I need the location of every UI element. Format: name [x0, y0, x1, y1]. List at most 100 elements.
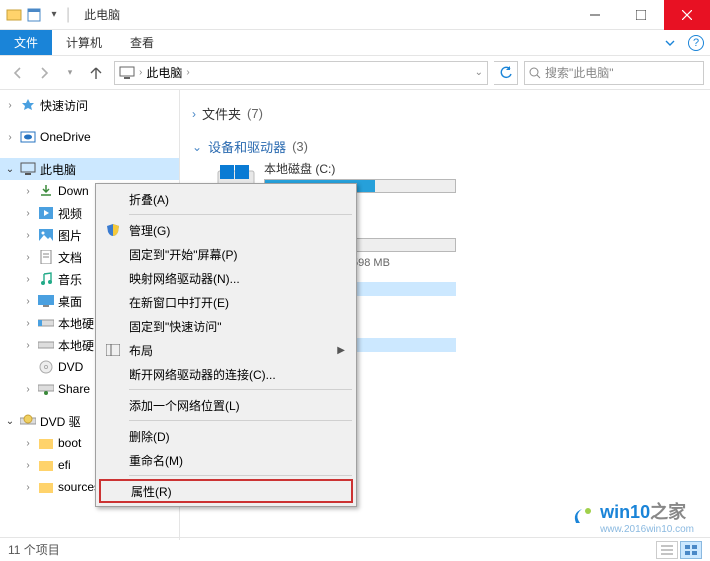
ctx-label: 在新窗口中打开(E): [129, 294, 229, 311]
chevron-right-icon[interactable]: ›: [4, 132, 16, 143]
nav-up-button[interactable]: [84, 61, 108, 85]
chevron-right-icon[interactable]: ›: [22, 296, 34, 307]
folder-icon: [38, 457, 54, 473]
ctx-properties[interactable]: 属性(R): [99, 479, 353, 503]
tab-file[interactable]: 文件: [0, 30, 52, 55]
ctx-new-window[interactable]: 在新窗口中打开(E): [99, 290, 353, 314]
chevron-right-icon[interactable]: ›: [22, 438, 34, 449]
menu-separator: [129, 420, 352, 421]
chevron-right-icon[interactable]: ›: [22, 208, 34, 219]
chevron-down-icon[interactable]: ⌄: [192, 140, 202, 154]
help-icon[interactable]: ?: [688, 35, 704, 51]
group-devices[interactable]: ⌄ 设备和驱动器 (3): [192, 137, 710, 156]
titlebar-separator: |: [66, 6, 70, 24]
close-button[interactable]: [664, 0, 710, 30]
nav-recent-dropdown[interactable]: ▾: [58, 61, 82, 85]
drive-icon: [38, 315, 54, 331]
ribbon: 文件 计算机 查看 ?: [0, 30, 710, 56]
ctx-label: 固定到"开始"屏幕(P): [129, 246, 238, 263]
address-bar-row: ▾ › 此电脑 › ⌄ 搜索"此电脑": [0, 56, 710, 90]
tab-computer[interactable]: 计算机: [52, 30, 116, 55]
disc-icon: [20, 413, 36, 429]
chevron-right-icon[interactable]: ›: [22, 460, 34, 471]
sidebar-label: OneDrive: [40, 130, 91, 144]
view-details-button[interactable]: [656, 541, 678, 559]
qat-dropdown-icon[interactable]: ▾: [46, 7, 62, 23]
chevron-right-icon[interactable]: ›: [22, 340, 34, 351]
menu-separator: [129, 214, 352, 215]
ctx-delete[interactable]: 删除(D): [99, 424, 353, 448]
qat-properties-icon[interactable]: [26, 7, 42, 23]
download-icon: [38, 183, 54, 199]
chevron-right-icon[interactable]: ›: [22, 274, 34, 285]
pc-icon: [119, 66, 135, 80]
tab-view[interactable]: 查看: [116, 30, 168, 55]
chevron-right-icon[interactable]: ›: [22, 230, 34, 241]
group-name: 设备和驱动器: [208, 137, 286, 156]
chevron-right-icon[interactable]: ›: [192, 107, 196, 121]
chevron-right-icon[interactable]: ›: [22, 318, 34, 329]
refresh-button[interactable]: [494, 61, 518, 85]
view-large-button[interactable]: [680, 541, 702, 559]
chevron-down-icon[interactable]: ⌄: [4, 416, 16, 427]
sidebar-quick-access[interactable]: › 快速访问: [0, 94, 179, 116]
ctx-label: 删除(D): [129, 428, 170, 445]
ctx-pin-start[interactable]: 固定到"开始"屏幕(P): [99, 242, 353, 266]
group-count: (7): [247, 106, 263, 121]
sidebar-label: 视频: [58, 205, 82, 222]
sidebar-label: boot: [58, 436, 81, 450]
drive-icon: [38, 337, 54, 353]
ctx-manage[interactable]: 管理(G): [99, 218, 353, 242]
sidebar-onedrive[interactable]: › OneDrive: [0, 126, 179, 148]
ctx-label: 固定到"快速访问": [129, 318, 222, 335]
group-name: 文件夹: [202, 104, 241, 123]
music-icon: [38, 271, 54, 287]
sidebar-label: 本地硬: [58, 337, 94, 354]
group-folders[interactable]: › 文件夹 (7): [192, 104, 710, 123]
ctx-pin-quick[interactable]: 固定到"快速访问": [99, 314, 353, 338]
ctx-label: 属性(R): [131, 483, 172, 500]
search-input[interactable]: 搜索"此电脑": [524, 61, 704, 85]
sidebar-label: sources: [58, 480, 100, 494]
maximize-button[interactable]: [618, 0, 664, 30]
minimize-button[interactable]: [572, 0, 618, 30]
sidebar-this-pc[interactable]: ⌄ 此电脑: [0, 158, 179, 180]
breadcrumb[interactable]: › 此电脑 › ⌄: [114, 61, 488, 85]
breadcrumb-sep-icon: ›: [139, 67, 142, 78]
ctx-collapse[interactable]: 折叠(A): [99, 187, 353, 211]
breadcrumb-label[interactable]: 此电脑: [146, 64, 182, 81]
ctx-disconnect[interactable]: 断开网络驱动器的连接(C)...: [99, 362, 353, 386]
chevron-right-icon[interactable]: ›: [22, 252, 34, 263]
drive-name: 本地磁盘 (C:): [264, 160, 456, 177]
chevron-right-icon[interactable]: ›: [4, 100, 16, 111]
picture-icon: [38, 227, 54, 243]
breadcrumb-dropdown-icon[interactable]: ⌄: [475, 67, 483, 78]
ctx-label: 折叠(A): [129, 191, 169, 208]
desktop-icon: [38, 293, 54, 309]
sidebar-label: 本地硬: [58, 315, 94, 332]
watermark-url: www.2016win10.com: [600, 524, 694, 535]
ctx-label: 断开网络驱动器的连接(C)...: [129, 366, 276, 383]
item-count: 11 个项目: [8, 541, 60, 558]
nav-forward-button[interactable]: [32, 61, 56, 85]
ctx-layout[interactable]: 布局▶: [99, 338, 353, 362]
ctx-map-drive[interactable]: 映射网络驱动器(N)...: [99, 266, 353, 290]
sidebar-label: efi: [58, 458, 71, 472]
folder-icon: [38, 435, 54, 451]
ctx-add-location[interactable]: 添加一个网络位置(L): [99, 393, 353, 417]
ribbon-expand-icon[interactable]: [660, 33, 680, 53]
sidebar-label: 音乐: [58, 271, 82, 288]
chevron-right-icon[interactable]: ›: [22, 186, 34, 197]
ctx-rename[interactable]: 重命名(M): [99, 448, 353, 472]
star-icon: [20, 97, 36, 113]
menu-separator: [129, 475, 352, 476]
chevron-down-icon[interactable]: ⌄: [4, 164, 16, 175]
sidebar-label: 快速访问: [40, 97, 88, 114]
explorer-icon: [6, 7, 22, 23]
nav-back-button[interactable]: [6, 61, 30, 85]
chevron-right-icon[interactable]: ›: [22, 384, 34, 395]
pc-icon: [20, 161, 36, 177]
chevron-right-icon[interactable]: ›: [22, 482, 34, 493]
ctx-label: 管理(G): [129, 222, 170, 239]
cloud-icon: [20, 129, 36, 145]
